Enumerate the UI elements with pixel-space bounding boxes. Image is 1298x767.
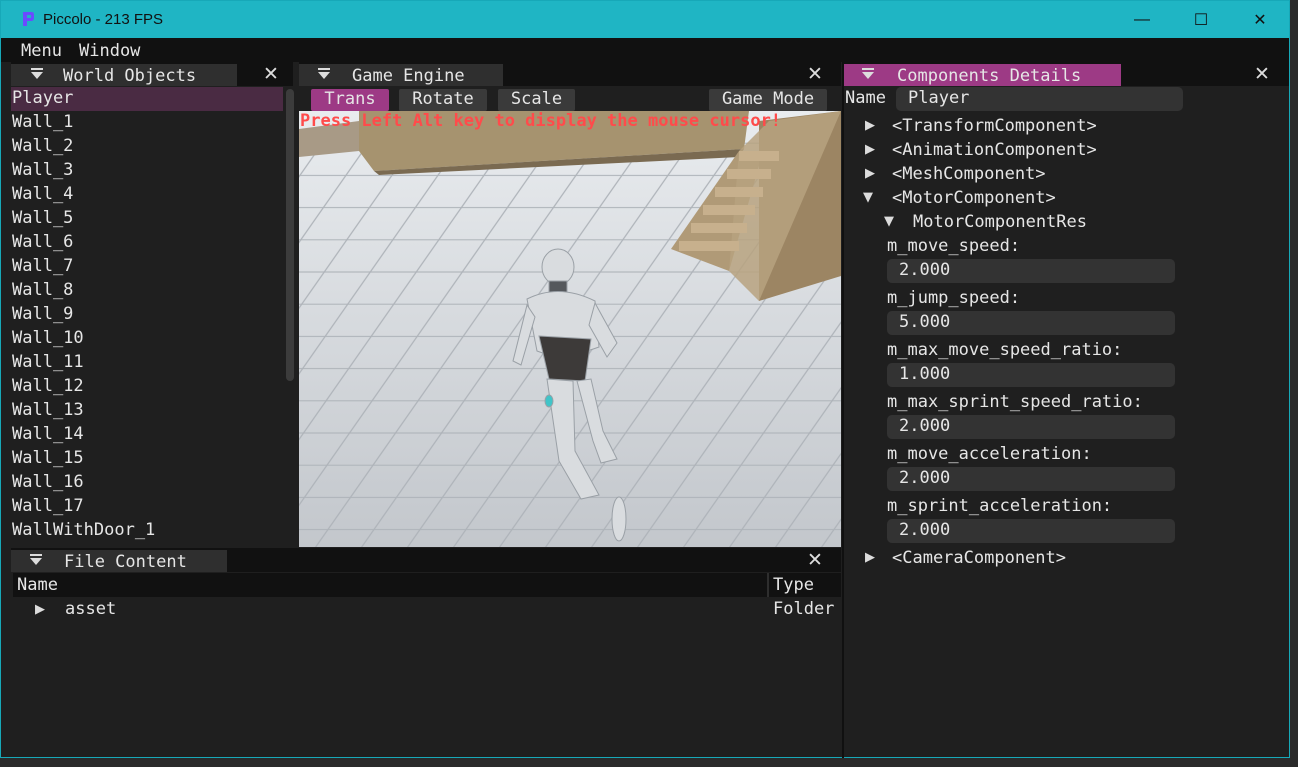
- max-move-speed-ratio-input[interactable]: 1.000: [887, 363, 1175, 387]
- column-header-type[interactable]: Type: [773, 575, 814, 595]
- expand-icon[interactable]: ▶: [865, 142, 875, 157]
- game-engine-tabbar: Game Engine ✕: [299, 62, 841, 86]
- list-item[interactable]: WallWithDoor_1: [11, 519, 283, 543]
- field-label: m_move_acceleration:: [887, 444, 1092, 464]
- list-item[interactable]: Wall_1: [11, 111, 283, 135]
- game-engine-title: Game Engine: [352, 66, 465, 86]
- trans-button[interactable]: Trans: [311, 89, 389, 111]
- jump-speed-input[interactable]: 5.000: [887, 311, 1175, 335]
- list-item[interactable]: Wall_7: [11, 255, 283, 279]
- panel-menu-icon[interactable]: [862, 68, 874, 80]
- list-item[interactable]: Wall_9: [11, 303, 283, 327]
- minimize-button[interactable]: —: [1113, 1, 1171, 38]
- expand-icon[interactable]: ▶: [865, 118, 875, 133]
- close-panel-icon[interactable]: ✕: [807, 549, 823, 571]
- close-panel-icon[interactable]: ✕: [807, 63, 823, 85]
- max-sprint-speed-ratio-input[interactable]: 2.000: [887, 415, 1175, 439]
- panel-menu-icon[interactable]: [318, 68, 330, 80]
- list-item[interactable]: Wall_10: [11, 327, 283, 351]
- maximize-icon: ☐: [1193, 11, 1209, 29]
- file-content-title: File Content: [64, 552, 187, 572]
- tab-file-content[interactable]: File Content: [11, 550, 227, 572]
- list-item[interactable]: Wall_17: [11, 495, 283, 519]
- menu-bar: Menu Window: [1, 38, 1289, 62]
- column-header-name[interactable]: Name: [17, 575, 58, 595]
- file-content-tabbar: File Content ✕: [11, 548, 841, 572]
- expand-icon[interactable]: ▶: [865, 166, 875, 181]
- components-tabbar: Components Details ✕: [844, 62, 1289, 86]
- menu-item-menu[interactable]: Menu: [21, 41, 62, 61]
- app-window: Piccolo - 213 FPS — ☐ ✕ Menu Window Worl…: [0, 0, 1290, 758]
- scale-button[interactable]: Scale: [498, 89, 575, 111]
- table-row[interactable]: ▶ asset Folder: [13, 597, 841, 621]
- game-mode-button[interactable]: Game Mode: [709, 89, 827, 111]
- world-objects-title: World Objects: [63, 66, 197, 86]
- field-label: m_max_move_speed_ratio:: [887, 340, 1123, 360]
- expand-icon[interactable]: ▶: [865, 550, 875, 565]
- list-item[interactable]: Wall_4: [11, 183, 283, 207]
- list-item[interactable]: Wall_2: [11, 135, 283, 159]
- list-item[interactable]: Wall_3: [11, 159, 283, 183]
- rotate-button[interactable]: Rotate: [399, 89, 487, 111]
- field-label: m_max_sprint_speed_ratio:: [887, 392, 1143, 412]
- list-item[interactable]: Wall_13: [11, 399, 283, 423]
- minimize-icon: —: [1134, 10, 1150, 28]
- mouse-cursor-hint: Press Left Alt key to display the mouse …: [300, 111, 782, 131]
- panel-menu-icon[interactable]: [30, 554, 42, 566]
- scene-render: [299, 111, 841, 547]
- move-speed-input[interactable]: 2.000: [887, 259, 1175, 283]
- animation-component-node[interactable]: <AnimationComponent>: [892, 140, 1097, 160]
- title-bar[interactable]: Piccolo - 213 FPS — ☐ ✕: [1, 1, 1289, 38]
- list-item[interactable]: Wall_12: [11, 375, 283, 399]
- panel-divider[interactable]: [842, 62, 844, 758]
- tab-components-details[interactable]: Components Details: [844, 64, 1121, 86]
- close-window-button[interactable]: ✕: [1231, 1, 1289, 38]
- world-objects-tabbar: World Objects ✕: [11, 62, 293, 86]
- game-viewport[interactable]: Press Left Alt key to display the mouse …: [299, 111, 841, 547]
- file-name: asset: [65, 599, 117, 619]
- field-label: m_sprint_acceleration:: [887, 496, 1113, 516]
- list-item[interactable]: Wall_5: [11, 207, 283, 231]
- list-item[interactable]: Player: [11, 87, 283, 111]
- game-engine-toolbar: Trans Rotate Scale Game Mode: [299, 87, 841, 111]
- maximize-button[interactable]: ☐: [1172, 1, 1230, 38]
- list-item[interactable]: Wall_6: [11, 231, 283, 255]
- transform-component-node[interactable]: <TransformComponent>: [892, 116, 1097, 136]
- close-panel-icon[interactable]: ✕: [1254, 63, 1270, 85]
- file-table-header: Name Type: [13, 573, 841, 597]
- list-item[interactable]: Wall_8: [11, 279, 283, 303]
- collapse-icon[interactable]: ▼: [884, 214, 894, 229]
- menu-item-window[interactable]: Window: [79, 41, 140, 61]
- close-panel-icon[interactable]: ✕: [263, 63, 279, 85]
- sprint-acceleration-input[interactable]: 2.000: [887, 519, 1175, 543]
- column-divider[interactable]: [767, 573, 769, 597]
- collapse-icon[interactable]: ▼: [863, 190, 873, 205]
- close-icon: ✕: [1253, 11, 1267, 29]
- move-acceleration-input[interactable]: 2.000: [887, 467, 1175, 491]
- name-label: Name: [845, 88, 886, 108]
- motor-component-node[interactable]: <MotorComponent>: [892, 188, 1056, 208]
- world-objects-list: Player Wall_1 Wall_2 Wall_3 Wall_4 Wall_…: [11, 87, 283, 545]
- world-objects-scrollbar[interactable]: [286, 89, 294, 381]
- expand-icon[interactable]: ▶: [35, 602, 45, 617]
- panel-menu-icon[interactable]: [31, 68, 43, 80]
- window-title: Piccolo - 213 FPS: [43, 11, 164, 28]
- mesh-component-node[interactable]: <MeshComponent>: [892, 164, 1046, 184]
- motor-component-res-node[interactable]: MotorComponentRes: [913, 212, 1087, 232]
- list-item[interactable]: Wall_11: [11, 351, 283, 375]
- field-label: m_move_speed:: [887, 236, 1021, 256]
- tab-game-engine[interactable]: Game Engine: [299, 64, 503, 86]
- list-item[interactable]: Wall_15: [11, 447, 283, 471]
- camera-component-node[interactable]: <CameraComponent>: [892, 548, 1066, 568]
- components-details-title: Components Details: [897, 66, 1082, 86]
- tab-world-objects[interactable]: World Objects: [11, 64, 237, 86]
- object-name-field[interactable]: Player: [896, 87, 1183, 111]
- piccolo-logo-icon: [23, 12, 34, 26]
- list-item[interactable]: Wall_16: [11, 471, 283, 495]
- file-type: Folder: [773, 599, 835, 619]
- field-label: m_jump_speed:: [887, 288, 1021, 308]
- list-item[interactable]: Wall_14: [11, 423, 283, 447]
